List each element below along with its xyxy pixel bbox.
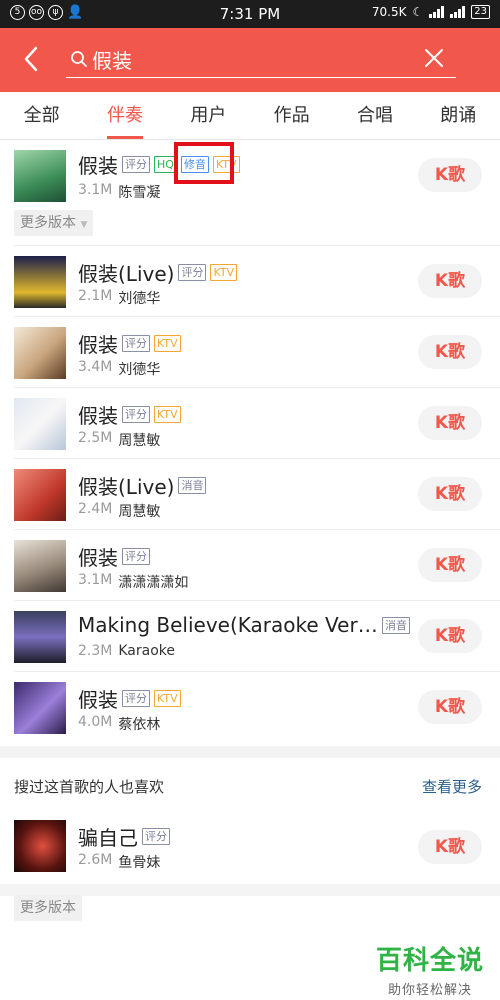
sing-button[interactable]: K歌 — [418, 477, 482, 511]
song-row[interactable]: 假装 评分 KTV 3.4M 刘德华 K歌 — [0, 317, 500, 388]
recommend-heading: 搜过这首歌的人也喜欢 — [14, 778, 165, 796]
album-cover — [14, 327, 66, 379]
moon-icon: ☾ — [412, 5, 424, 19]
play-count: 2.1M — [78, 288, 113, 304]
song-title: Making Believe(Karaoke Versi... — [78, 613, 378, 637]
song-title: 假装(Live) — [78, 475, 175, 499]
tag-ktv: KTV — [154, 335, 181, 352]
sing-button[interactable]: K歌 — [418, 158, 482, 192]
search-header — [0, 28, 500, 92]
tab-works[interactable]: 作品 — [250, 92, 333, 139]
song-title: 骗自己 — [78, 826, 138, 850]
song-row[interactable]: 假装 评分 KTV 2.5M 周慧敏 K歌 — [0, 388, 500, 459]
album-cover — [14, 469, 66, 521]
search-box — [66, 40, 456, 78]
tag-score: 评分 — [122, 335, 150, 352]
song-title: 假装 — [78, 154, 118, 178]
song-row[interactable]: 假装 评分 KTV 4.0M 蔡依林 K歌 — [0, 672, 500, 743]
recommend-song-row[interactable]: 骗自己 评分 2.6M 鱼骨妹 K歌 — [0, 810, 500, 882]
song-title: 假装 — [78, 333, 118, 357]
tab-chorus[interactable]: 合唱 — [333, 92, 416, 139]
song-title: 假装 — [78, 688, 118, 712]
song-title: 假装(Live) — [78, 262, 175, 286]
song-row[interactable]: 假装 评分 3.1M 潇潇潇潇如 K歌 — [0, 530, 500, 601]
more-versions-button[interactable]: 更多版本 ▼ — [14, 210, 94, 236]
status-bar: 5 oo ψ 👤 7:31 PM 70.5K ☾ 23 — [0, 0, 500, 28]
battery-icon: 23 — [471, 5, 490, 19]
play-count: 2.6M — [78, 852, 113, 868]
album-cover — [14, 398, 66, 450]
tag-mute: 消音 — [382, 616, 410, 634]
network-speed: 70.5K — [371, 5, 407, 19]
play-count: 3.4M — [78, 359, 113, 375]
tag-score: 评分 — [122, 406, 150, 423]
song-title: 假装 — [78, 546, 118, 570]
sing-button[interactable]: K歌 — [418, 335, 482, 369]
tag-score: 评分 — [122, 156, 150, 173]
tab-users[interactable]: 用户 — [167, 92, 250, 139]
see-more-link[interactable]: 查看更多 — [422, 776, 482, 797]
artist-name: 周慧敏 — [118, 504, 161, 520]
tag-ktv: KTV — [154, 406, 181, 423]
search-icon — [71, 51, 87, 67]
play-count: 2.5M — [78, 430, 113, 446]
tag-score: 评分 — [122, 548, 150, 565]
more-versions-label: 更多版本 — [20, 215, 76, 231]
category-tabs: 全部 伴奏 用户 作品 合唱 朗诵 — [0, 92, 500, 140]
artist-name: 蔡依林 — [118, 717, 161, 733]
sing-button[interactable]: K歌 — [418, 264, 482, 298]
tab-accompaniment[interactable]: 伴奏 — [83, 92, 166, 139]
close-icon[interactable] — [424, 48, 444, 68]
section-gap — [0, 746, 500, 758]
song-row[interactable]: Making Believe(Karaoke Versi... 消音 2.3M … — [0, 601, 500, 672]
play-count: 3.1M — [78, 572, 113, 588]
tag-score: 评分 — [142, 828, 170, 845]
song-row[interactable]: 假装(Live) 评分 KTV 2.1M 刘德华 K歌 — [0, 246, 500, 317]
status-right-icons: 70.5K ☾ 23 — [372, 5, 490, 19]
tag-ktv: KTV — [154, 690, 181, 707]
album-cover — [14, 256, 66, 308]
artist-name: Karaoke — [118, 643, 175, 659]
highlight-box — [174, 142, 234, 184]
artist-name: 潇潇潇潇如 — [118, 575, 189, 591]
sing-button[interactable]: K歌 — [418, 690, 482, 724]
song-row[interactable]: 假装 评分 HQ 修音 KTV 3.1M 陈雪凝 K歌 更多版本 ▼ — [0, 140, 500, 246]
sing-button[interactable]: K歌 — [418, 619, 482, 653]
artist-name: 刘德华 — [118, 362, 161, 378]
sing-button[interactable]: K歌 — [418, 830, 482, 864]
album-cover — [14, 682, 66, 734]
more-versions-button[interactable]: 更多版本 — [14, 895, 82, 921]
album-cover — [14, 820, 66, 872]
chevron-down-icon: ▼ — [80, 220, 88, 230]
tab-recitation[interactable]: 朗诵 — [417, 92, 500, 139]
tag-ktv: KTV — [210, 264, 238, 281]
artist-name: 刘德华 — [118, 291, 161, 307]
tab-all[interactable]: 全部 — [0, 92, 83, 139]
song-title: 假装 — [78, 404, 118, 428]
tag-score: 评分 — [122, 690, 150, 707]
play-count: 2.4M — [78, 501, 113, 517]
artist-name: 陈雪凝 — [118, 185, 161, 201]
sing-button[interactable]: K歌 — [418, 406, 482, 440]
album-cover — [14, 540, 66, 592]
tag-mute: 消音 — [178, 477, 207, 494]
play-count: 3.1M — [78, 182, 113, 198]
play-count: 2.3M — [78, 643, 113, 659]
back-chevron-icon[interactable] — [18, 44, 48, 74]
sing-button[interactable]: K歌 — [418, 548, 482, 582]
signal-4g-icon — [450, 6, 466, 18]
signal-icon — [429, 6, 445, 18]
watermark-subtitle: 助你轻松解决 — [387, 983, 472, 998]
album-cover — [14, 611, 66, 663]
tag-score: 评分 — [178, 264, 207, 281]
search-input[interactable] — [92, 44, 412, 74]
watermark-title: 百科全说 — [375, 946, 484, 976]
play-count: 4.0M — [78, 714, 113, 730]
artist-name: 周慧敏 — [118, 433, 161, 449]
artist-name: 鱼骨妹 — [118, 855, 161, 871]
song-row[interactable]: 假装(Live) 消音 2.4M 周慧敏 K歌 — [0, 459, 500, 530]
album-cover — [14, 150, 66, 202]
watermark: 百科全说 助你轻松解决 — [376, 940, 484, 998]
